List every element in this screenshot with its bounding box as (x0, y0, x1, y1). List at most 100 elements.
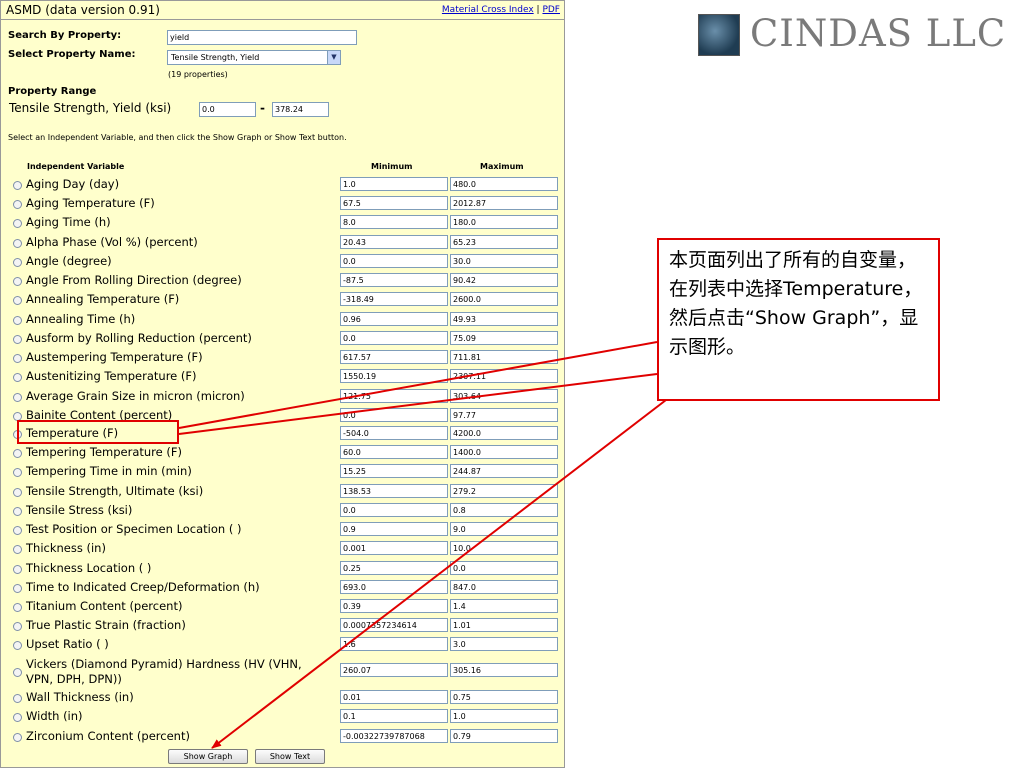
max-value-field[interactable]: 279.2 (450, 484, 558, 498)
range-max-input[interactable] (272, 102, 329, 117)
variable-name: Vickers (Diamond Pyramid) Hardness (HV (… (26, 657, 302, 686)
chevron-down-icon[interactable]: ▼ (327, 51, 340, 64)
radio-button[interactable] (13, 622, 22, 631)
radio-button[interactable] (13, 200, 22, 209)
min-value-field[interactable]: 1550.19 (340, 369, 448, 383)
material-cross-index-link[interactable]: Material Cross Index (442, 5, 534, 15)
max-value-field[interactable]: 9.0 (450, 522, 558, 536)
max-value-field[interactable]: 3.0 (450, 637, 558, 651)
max-value-field[interactable]: 2600.0 (450, 292, 558, 306)
radio-button[interactable] (13, 239, 22, 248)
radio-button[interactable] (13, 526, 22, 535)
range-min-input[interactable] (199, 102, 256, 117)
min-value-field[interactable]: 60.0 (340, 445, 448, 459)
min-value-field[interactable]: 260.07 (340, 663, 448, 677)
min-value-field[interactable]: 0.0007357234614 (340, 618, 448, 632)
min-value-field[interactable]: 1.0 (340, 177, 448, 191)
max-value-field[interactable]: 0.0 (450, 561, 558, 575)
min-value-field[interactable]: 15.25 (340, 464, 448, 478)
radio-button[interactable] (13, 603, 22, 612)
min-value-field[interactable]: 8.0 (340, 215, 448, 229)
max-value-field[interactable]: 75.09 (450, 331, 558, 345)
max-value-field[interactable]: 0.79 (450, 729, 558, 743)
radio-button[interactable] (13, 181, 22, 190)
min-value-field[interactable]: 1.6 (340, 637, 448, 651)
radio-button[interactable] (13, 545, 22, 554)
radio-button[interactable] (13, 584, 22, 593)
max-value-field[interactable]: 847.0 (450, 580, 558, 594)
radio-button[interactable] (13, 668, 22, 677)
max-value-field[interactable]: 1.01 (450, 618, 558, 632)
radio-button[interactable] (13, 316, 22, 325)
title-bar: ASMD (data version 0.91) Material Cross … (1, 1, 564, 20)
min-value-field[interactable]: 0.25 (340, 561, 448, 575)
show-text-button[interactable]: Show Text (255, 749, 325, 764)
min-value-field[interactable]: 67.5 (340, 196, 448, 210)
radio-button[interactable] (13, 507, 22, 516)
max-value-field[interactable]: 65.23 (450, 235, 558, 249)
property-range-heading: Property Range (8, 86, 97, 97)
radio-button[interactable] (13, 449, 22, 458)
radio-button[interactable] (13, 733, 22, 742)
radio-button[interactable] (13, 373, 22, 382)
instruction-text: Select an Independent Variable, and then… (8, 133, 347, 142)
min-value-field[interactable]: 0.9 (340, 522, 448, 536)
min-value-field[interactable]: 0.001 (340, 541, 448, 555)
radio-button[interactable] (13, 277, 22, 286)
min-value-field[interactable]: 0.0 (340, 408, 448, 422)
variable-name: Titanium Content (percent) (26, 599, 183, 613)
max-value-field[interactable]: 0.75 (450, 690, 558, 704)
max-value-field[interactable]: 1.4 (450, 599, 558, 613)
min-value-field[interactable]: 0.1 (340, 709, 448, 723)
min-value-field[interactable]: 693.0 (340, 580, 448, 594)
radio-button[interactable] (13, 335, 22, 344)
radio-button[interactable] (13, 468, 22, 477)
max-value-field[interactable]: 711.81 (450, 350, 558, 364)
max-value-field[interactable]: 49.93 (450, 312, 558, 326)
max-value-field[interactable]: 1400.0 (450, 445, 558, 459)
max-value-field[interactable]: 480.0 (450, 177, 558, 191)
min-value-field[interactable]: -318.49 (340, 292, 448, 306)
min-value-field[interactable]: -0.00322739787068 (340, 729, 448, 743)
max-value-field[interactable]: 90.42 (450, 273, 558, 287)
min-value-field[interactable]: 0.0 (340, 331, 448, 345)
max-value-field[interactable]: 30.0 (450, 254, 558, 268)
search-input[interactable] (167, 30, 357, 45)
min-value-field[interactable]: 0.39 (340, 599, 448, 613)
max-value-field[interactable]: 10.0 (450, 541, 558, 555)
min-value-field[interactable]: 121.75 (340, 389, 448, 403)
max-value-field[interactable]: 4200.0 (450, 426, 558, 440)
min-value-field[interactable]: 617.57 (340, 350, 448, 364)
max-value-field[interactable]: 244.87 (450, 464, 558, 478)
col-head-variable: Independent Variable (27, 162, 125, 171)
radio-button[interactable] (13, 565, 22, 574)
min-value-field[interactable]: 138.53 (340, 484, 448, 498)
radio-button[interactable] (13, 694, 22, 703)
min-value-field[interactable]: -504.0 (340, 426, 448, 440)
min-value-field[interactable]: 0.0 (340, 254, 448, 268)
max-value-field[interactable]: 2307.11 (450, 369, 558, 383)
max-value-field[interactable]: 303.64 (450, 389, 558, 403)
radio-button[interactable] (13, 641, 22, 650)
max-value-field[interactable]: 97.77 (450, 408, 558, 422)
max-value-field[interactable]: 180.0 (450, 215, 558, 229)
show-graph-button[interactable]: Show Graph (168, 749, 248, 764)
radio-button[interactable] (13, 488, 22, 497)
radio-button[interactable] (13, 393, 22, 402)
property-select[interactable]: Tensile Strength, Yield ▼ (167, 50, 341, 65)
pdf-link[interactable]: PDF (542, 5, 560, 15)
radio-button[interactable] (13, 354, 22, 363)
min-value-field[interactable]: 0.01 (340, 690, 448, 704)
max-value-field[interactable]: 305.16 (450, 663, 558, 677)
min-value-field[interactable]: -87.5 (340, 273, 448, 287)
min-value-field[interactable]: 0.96 (340, 312, 448, 326)
radio-button[interactable] (13, 713, 22, 722)
min-value-field[interactable]: 0.0 (340, 503, 448, 517)
max-value-field[interactable]: 2012.87 (450, 196, 558, 210)
radio-button[interactable] (13, 219, 22, 228)
min-value-field[interactable]: 20.43 (340, 235, 448, 249)
radio-button[interactable] (13, 296, 22, 305)
max-value-field[interactable]: 0.8 (450, 503, 558, 517)
max-value-field[interactable]: 1.0 (450, 709, 558, 723)
radio-button[interactable] (13, 258, 22, 267)
